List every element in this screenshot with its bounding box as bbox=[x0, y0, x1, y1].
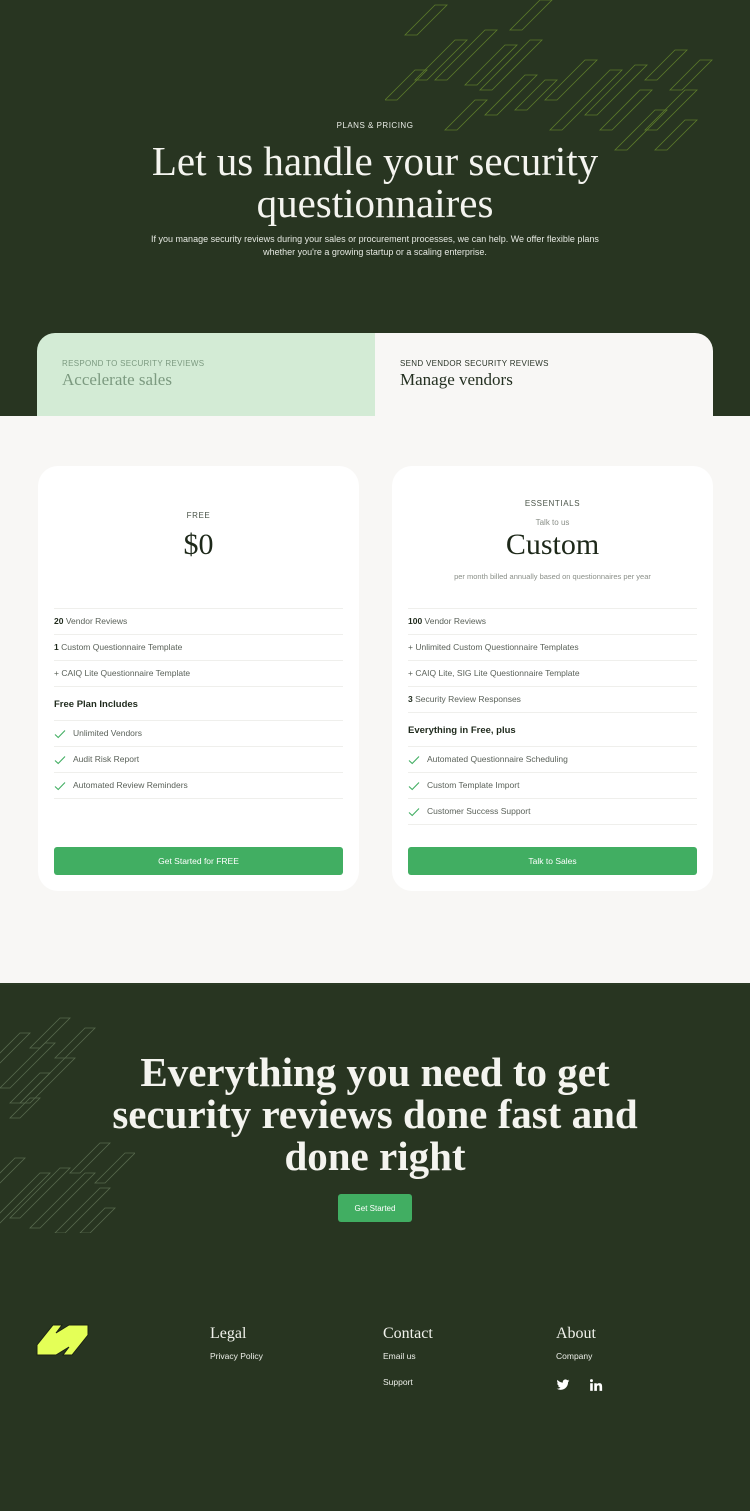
list-item: 1 Custom Questionnaire Template bbox=[54, 634, 343, 660]
support-link[interactable]: Support bbox=[383, 1377, 433, 1387]
list-item: Automated Review Reminders bbox=[54, 772, 343, 798]
footer-column-contact: Contact Email us Support bbox=[383, 1325, 433, 1387]
feature-label: + CAIQ Lite Questionnaire Template bbox=[54, 668, 191, 678]
footer-column-title: Legal bbox=[210, 1325, 247, 1342]
tab-title: Accelerate sales bbox=[62, 370, 172, 389]
plan-card-essentials: ESSENTIALS Talk to us Custom per month b… bbox=[392, 466, 713, 891]
plan-price: $0 bbox=[183, 528, 214, 561]
hero-eyebrow: PLANS & PRICING bbox=[336, 121, 414, 130]
hero-title: Let us handle your security questionnair… bbox=[0, 140, 750, 224]
title-line: Everything you need to get bbox=[140, 1049, 610, 1095]
social-links bbox=[556, 1378, 622, 1392]
feature-label: Customer Success Support bbox=[427, 806, 531, 816]
feature-label: Custom Template Import bbox=[427, 780, 520, 790]
list-item: 20 Vendor Reviews bbox=[54, 608, 343, 634]
list-item: Customer Success Support bbox=[408, 798, 697, 824]
feature-label: Automated Review Reminders bbox=[73, 780, 188, 790]
check-icon bbox=[54, 781, 66, 790]
hero-subtitle-line: If you manage security reviews during yo… bbox=[151, 234, 599, 244]
hero-title-line: questionnaires bbox=[256, 180, 494, 226]
hero-title-line: Let us handle your security bbox=[151, 138, 599, 184]
title-line: security reviews done fast and bbox=[112, 1091, 638, 1137]
footer-column-about: About Company bbox=[556, 1325, 622, 1392]
plan-note: Talk to us bbox=[535, 518, 570, 527]
twitter-icon[interactable] bbox=[556, 1378, 570, 1392]
feature-label: Unlimited Vendors bbox=[73, 728, 142, 738]
includes-heading: Everything in Free, plus bbox=[408, 712, 697, 746]
bottom-cta-section: Everything you need to get security revi… bbox=[0, 983, 750, 1273]
plan-name: ESSENTIALS bbox=[524, 499, 581, 508]
footer-column-legal: Legal Privacy Policy bbox=[210, 1325, 263, 1361]
get-started-free-button[interactable]: Get Started for FREE bbox=[54, 847, 343, 875]
plan-card-free: FREE $0 20 Vendor Reviews 1 Custom Quest… bbox=[38, 466, 359, 891]
feature-label: Audit Risk Report bbox=[73, 754, 140, 764]
check-icon bbox=[54, 729, 66, 738]
hero-subtitle: If you manage security reviews during yo… bbox=[140, 233, 610, 259]
includes-heading: Free Plan Includes bbox=[54, 686, 343, 720]
feature-label: Security Review Responses bbox=[412, 694, 521, 704]
footer: Legal Privacy Policy Contact Email us Su… bbox=[0, 1273, 750, 1511]
bottom-cta-title: Everything you need to get security revi… bbox=[0, 1051, 750, 1177]
list-item: + Unlimited Custom Questionnaire Templat… bbox=[408, 634, 697, 660]
tab-title: Manage vendors bbox=[400, 370, 513, 389]
check-icon bbox=[408, 755, 420, 764]
list-item: + CAIQ Lite Questionnaire Template bbox=[54, 660, 343, 686]
check-icon bbox=[408, 781, 420, 790]
company-link[interactable]: Company bbox=[556, 1351, 622, 1361]
tab-eyebrow: RESPOND TO SECURITY REVIEWS bbox=[62, 359, 205, 368]
tab-accelerate-sales[interactable]: RESPOND TO SECURITY REVIEWS Accelerate s… bbox=[37, 333, 375, 416]
linkedin-icon[interactable] bbox=[589, 1378, 603, 1392]
feature-label: Custom Questionnaire Template bbox=[58, 642, 183, 652]
title-line: done right bbox=[284, 1133, 466, 1179]
check-icon bbox=[408, 807, 420, 816]
pricing-section: FREE $0 20 Vendor Reviews 1 Custom Quest… bbox=[0, 416, 750, 983]
plan-header: ESSENTIALS Talk to us Custom per month b… bbox=[408, 466, 697, 608]
brand-logo-icon[interactable] bbox=[36, 1324, 89, 1356]
plan-feature-list: 100 Vendor Reviews + Unlimited Custom Qu… bbox=[408, 608, 697, 825]
feature-count: 100 bbox=[408, 616, 423, 626]
audience-tabs: RESPOND TO SECURITY REVIEWS Accelerate s… bbox=[37, 333, 713, 416]
talk-to-sales-button[interactable]: Talk to Sales bbox=[408, 847, 697, 875]
divider bbox=[54, 798, 343, 799]
email-us-link[interactable]: Email us bbox=[383, 1351, 433, 1361]
plan-header: FREE $0 bbox=[54, 466, 343, 608]
plan-name: FREE bbox=[186, 511, 211, 520]
list-item: Automated Questionnaire Scheduling bbox=[408, 746, 697, 772]
tab-eyebrow: SEND VENDOR SECURITY REVIEWS bbox=[400, 359, 549, 368]
feature-label: + Unlimited Custom Questionnaire Templat… bbox=[408, 642, 579, 652]
divider bbox=[408, 824, 697, 825]
list-item: 3 Security Review Responses bbox=[408, 686, 697, 712]
check-icon bbox=[54, 755, 66, 764]
list-item: Custom Template Import bbox=[408, 772, 697, 798]
list-item: 100 Vendor Reviews bbox=[408, 608, 697, 634]
feature-label: Automated Questionnaire Scheduling bbox=[427, 754, 568, 764]
get-started-button[interactable]: Get Started bbox=[338, 1194, 412, 1222]
plan-price: Custom bbox=[505, 528, 600, 561]
plan-billing-note: per month billed annually based on quest… bbox=[454, 572, 651, 581]
tab-manage-vendors[interactable]: SEND VENDOR SECURITY REVIEWS Manage vend… bbox=[375, 333, 713, 416]
feature-label: + CAIQ Lite, SIG Lite Questionnaire Temp… bbox=[408, 668, 580, 678]
footer-column-title: Contact bbox=[383, 1325, 433, 1342]
footer-column-title: About bbox=[556, 1325, 596, 1342]
list-item: Unlimited Vendors bbox=[54, 720, 343, 746]
feature-label: Vendor Reviews bbox=[63, 616, 128, 626]
list-item: Audit Risk Report bbox=[54, 746, 343, 772]
privacy-policy-link[interactable]: Privacy Policy bbox=[210, 1351, 263, 1361]
hero-section: PLANS & PRICING Let us handle your secur… bbox=[0, 0, 750, 416]
hero-subtitle-line: whether you're a growing startup or a sc… bbox=[263, 247, 487, 257]
list-item: + CAIQ Lite, SIG Lite Questionnaire Temp… bbox=[408, 660, 697, 686]
feature-label: Vendor Reviews bbox=[422, 616, 486, 626]
plan-feature-list: 20 Vendor Reviews 1 Custom Questionnaire… bbox=[54, 608, 343, 799]
